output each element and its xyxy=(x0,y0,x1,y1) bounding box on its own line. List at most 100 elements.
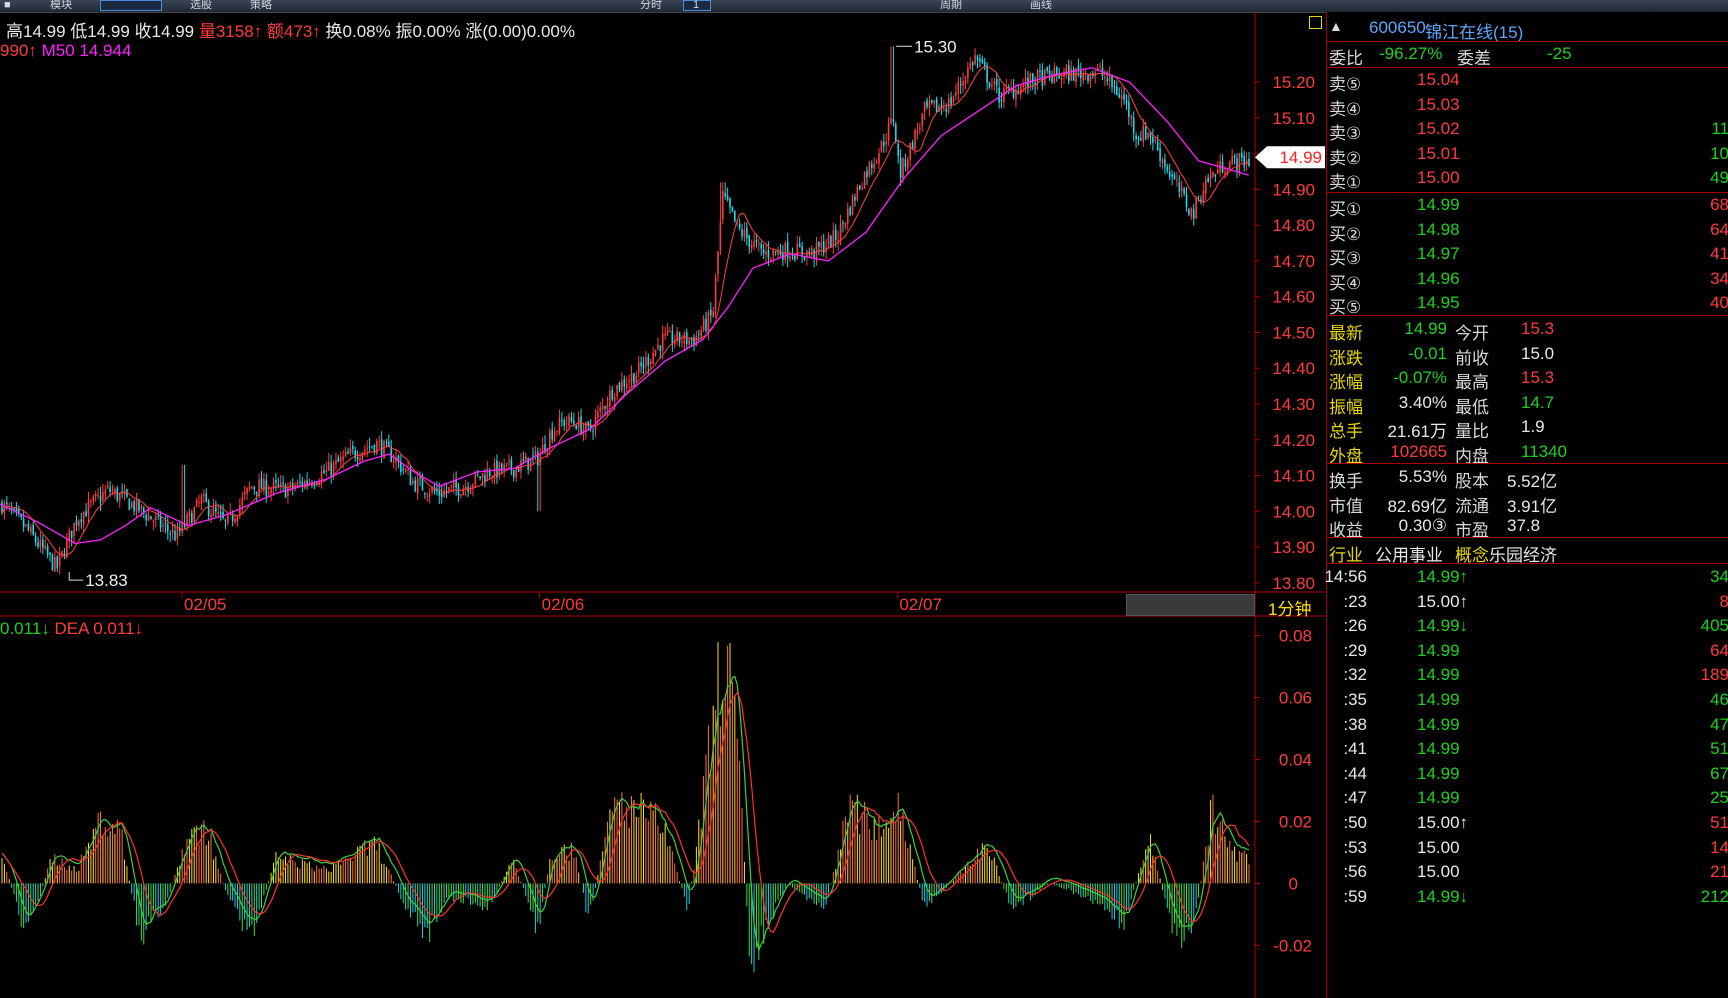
candle-body xyxy=(34,535,37,543)
candle-body xyxy=(907,159,909,169)
tab-module[interactable]: 模块 xyxy=(50,0,72,12)
chart-area[interactable]: 15.2015.1015.0014.9014.8014.7014.6014.50… xyxy=(0,12,1325,998)
candle-body xyxy=(818,241,820,247)
tick-time: :23 xyxy=(1343,591,1367,611)
candle-body xyxy=(971,62,974,66)
candle-body xyxy=(275,480,277,483)
candle-body xyxy=(1060,78,1063,81)
candle-body xyxy=(810,248,813,256)
macd-tick-label: 0 xyxy=(1289,874,1298,893)
candle-body xyxy=(364,449,366,452)
stock-code: 600650 xyxy=(1369,18,1426,37)
bid-level-label: 买① xyxy=(1329,200,1362,219)
candle-body xyxy=(176,527,179,539)
tab-cycle[interactable]: 周期 xyxy=(940,0,962,12)
candle-body xyxy=(661,333,664,351)
tick-volume: 25 xyxy=(1710,788,1728,808)
stat-row: 换手 5.53% 股本 5.52亿 xyxy=(1327,465,1728,491)
candle-body xyxy=(1075,67,1077,83)
candle-body xyxy=(755,239,758,243)
candle-body xyxy=(150,516,152,520)
tick-price: 14.99↓ xyxy=(1417,616,1469,636)
candle-body xyxy=(981,59,984,63)
candle-body xyxy=(327,461,330,471)
quote-row: 外盘 102665 内盘 11340 xyxy=(1327,440,1728,466)
candle-body xyxy=(705,318,707,331)
candle-body xyxy=(613,397,616,402)
candle-body xyxy=(887,123,890,141)
candle-body xyxy=(642,365,645,368)
candle-body xyxy=(570,417,573,422)
bid-price: 14.97 xyxy=(1417,244,1460,264)
price-macd-chart[interactable]: 15.2015.1015.0014.9014.8014.7014.6014.50… xyxy=(0,12,1325,998)
price-tick-label: 14.10 xyxy=(1272,467,1315,486)
candle-body xyxy=(580,416,582,435)
tick-row: :38 14.99 47 xyxy=(1327,713,1728,737)
candle-body xyxy=(440,493,443,498)
candle-body xyxy=(950,96,952,106)
candle-body xyxy=(522,458,525,462)
ma-indicator-bar: 990↑ M50 14.944 xyxy=(0,41,131,61)
tab-strategy[interactable]: 策略 xyxy=(250,0,272,12)
candle-body xyxy=(1089,74,1092,82)
candle-body xyxy=(890,118,892,124)
candle-body xyxy=(758,243,760,245)
candle-body xyxy=(351,445,354,450)
candle-body xyxy=(323,470,325,474)
candle-body xyxy=(133,501,135,512)
candle-body xyxy=(967,67,969,79)
warning-icon[interactable]: ▲ xyxy=(1329,18,1343,34)
tab-select[interactable]: 选股 xyxy=(190,0,212,12)
date-tick-label: 02/07 xyxy=(899,595,942,614)
bid-row: 买① 14.99 68 xyxy=(1327,193,1728,219)
period-label[interactable]: 1分钟 xyxy=(1268,595,1311,620)
candle-body xyxy=(1195,197,1197,219)
candle-body xyxy=(666,330,669,335)
candle-body xyxy=(212,506,215,516)
tick-price: 14.99 xyxy=(1417,763,1460,783)
change-value: 涨(0.00)0.00% xyxy=(465,22,576,41)
tick-volume: 47 xyxy=(1710,714,1728,734)
candle-body xyxy=(49,552,51,555)
ask-row: 卖② 15.01 10 xyxy=(1327,142,1728,168)
candle-body xyxy=(767,249,770,259)
candle-body xyxy=(25,524,27,526)
candle-body xyxy=(630,373,633,382)
scroll-bar[interactable] xyxy=(1126,594,1255,616)
tick-volume: 46 xyxy=(1710,690,1728,709)
candle-body xyxy=(899,157,902,179)
candle-body xyxy=(200,496,203,504)
tick-volume: 14 xyxy=(1710,837,1728,857)
candle-body xyxy=(750,244,753,249)
candle-body xyxy=(731,206,734,212)
tick-time: :32 xyxy=(1343,665,1367,685)
tick-time: :47 xyxy=(1343,788,1367,808)
candle-body xyxy=(203,494,205,496)
candle-body xyxy=(1171,174,1173,177)
candle-body xyxy=(97,494,99,496)
bid-row: 买⑤ 14.95 40 xyxy=(1327,291,1728,317)
quote-value: 15.0 xyxy=(1521,343,1555,363)
candle-body xyxy=(227,515,229,524)
code-input-box[interactable] xyxy=(100,0,162,11)
app-icon[interactable]: ■ xyxy=(4,0,11,12)
candle-body xyxy=(210,514,212,518)
tick-volume: 51 xyxy=(1710,813,1728,832)
candle-body xyxy=(1130,115,1133,120)
bid-volume: 40 xyxy=(1710,293,1728,313)
tick-volume: 21 xyxy=(1710,862,1728,882)
stat-value: 0.30③ xyxy=(1398,516,1447,536)
candle-body xyxy=(935,98,938,112)
candle-body xyxy=(1168,171,1171,177)
candle-body xyxy=(832,230,835,246)
tab-draw[interactable]: 画线 xyxy=(1030,0,1052,12)
window-toggle-icon[interactable] xyxy=(1309,16,1322,29)
ask-volume: 49 xyxy=(1710,168,1728,188)
tick-volume: 8 xyxy=(1719,591,1728,611)
candle-body xyxy=(657,344,659,349)
tab-timeshare[interactable]: 分时 xyxy=(640,0,662,12)
candle-body xyxy=(707,311,710,333)
candle-body xyxy=(625,384,628,389)
tick-time: :38 xyxy=(1343,714,1367,734)
period-value[interactable]: 1 xyxy=(693,0,699,12)
